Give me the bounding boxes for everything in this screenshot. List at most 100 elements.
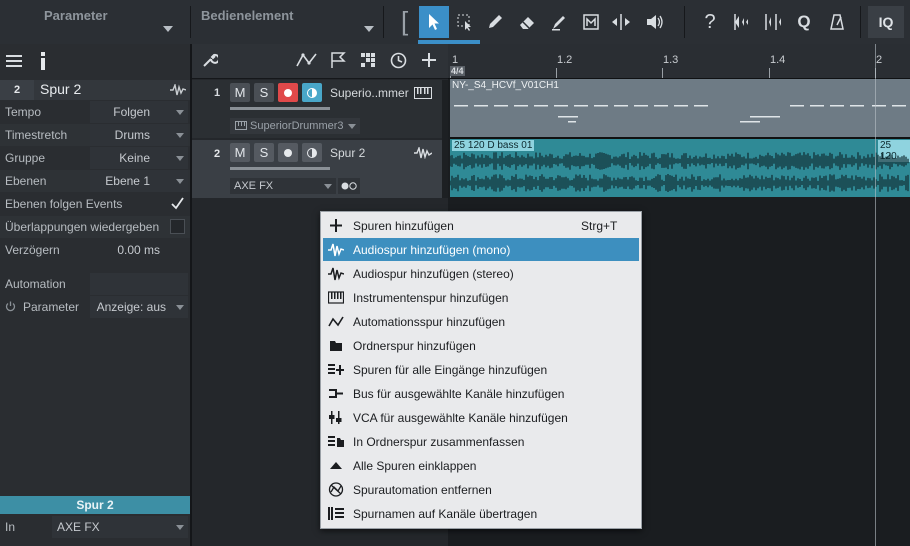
track-1-instrument-name: SuperiorDrummer3 [250,120,344,132]
tempo-row: Tempo Folgen [0,101,190,123]
audio-bend-icon[interactable] [758,6,788,38]
clock-icon[interactable] [390,52,407,69]
track-2-monitor-button[interactable] [302,143,322,162]
add-track-icon[interactable] [421,52,437,68]
track-2-record-button[interactable] [278,143,298,162]
menu-item-add-stereo-audio-track[interactable]: Audiospur hinzufügen (stereo) [323,262,639,285]
transient-icon[interactable] [727,6,757,38]
track-2-solo-button[interactable]: S [254,143,274,162]
split-tool-icon[interactable] [606,6,636,38]
track-1-solo-button[interactable]: S [254,83,274,102]
menu-item-add-mono-audio-track[interactable]: Audiospur hinzufügen (mono) [323,238,639,261]
automation-row: Automation [0,273,190,295]
track-1-record-button[interactable] [278,83,298,102]
iq-button[interactable]: IQ [868,6,904,38]
help-icon[interactable]: ? [695,6,725,38]
track-1-volume-slider[interactable] [230,107,330,110]
menu-item-add-automation-track[interactable]: Automationsspur hinzufügen [323,310,639,333]
tempo-value: Folgen [113,105,150,119]
parameter-row: Parameter Anzeige: aus [0,296,190,318]
collapse-icon [330,462,342,469]
inspector-track-name[interactable]: Spur 2 [40,81,81,97]
shortcut-label: Strg+T [581,219,618,233]
track-1-name[interactable]: Superio..mmer [330,86,409,100]
region-1-name: NY-_S4_HCVf_V01CH1 [452,80,559,91]
instrument-region[interactable]: NY-_S4_HCVf_V01CH1 [450,79,910,137]
track-1-instrument-select[interactable]: SuperiorDrummer3 [230,118,360,134]
parameter-dropdown-arrow-icon[interactable] [163,26,173,32]
chevron-down-icon [176,305,184,310]
tempo-select[interactable]: Folgen [90,101,188,123]
layers-select[interactable]: Ebene 1 [90,170,188,192]
listen-tool-icon[interactable] [640,6,670,38]
menu-item-collapse-all[interactable]: Alle Spuren einklappen [323,454,639,477]
menu-item-transfer-names[interactable]: Spurnamen auf Kanäle übertragen [323,502,639,525]
chevron-down-icon [176,156,184,161]
parameter-dropdown-label[interactable]: Parameter [44,8,108,23]
menu-item-add-tracks[interactable]: Spuren hinzufügen Strg+T [323,214,639,237]
waveform-icon [328,243,344,257]
power-icon[interactable] [5,301,16,312]
track-2-input-select[interactable]: AXE FX [230,178,336,194]
menu-item-add-tracks-all-inputs[interactable]: Spuren für alle Eingänge hinzufügen [323,358,639,381]
channel-strip-title: Spur 2 [0,496,190,514]
timestretch-select[interactable]: Drums [90,124,188,146]
track-2-link-toggle[interactable] [338,178,360,194]
inspector-track-header[interactable]: 2 Spur 2 [0,80,190,100]
control-dropdown-label[interactable]: Bedienelement [201,8,293,23]
timeline-ruler[interactable]: 1 1.2 1.3 1.4 2 4/4 [448,44,910,79]
parameter-display-select[interactable]: Anzeige: aus [90,296,188,318]
timestretch-row: Timestretch Drums [0,124,190,146]
metronome-icon[interactable] [822,6,852,38]
grid-icon[interactable] [360,52,376,68]
menu-item-remove-automation[interactable]: Spurautomation entfernen [323,478,639,501]
ruler-mark-2: 2 [876,54,883,66]
group-row: Gruppe Keine [0,147,190,169]
eraser-tool-icon[interactable] [512,6,542,38]
track-2-number: 2 [214,148,221,160]
track-1-monitor-button[interactable] [302,83,322,102]
track-2-volume-slider[interactable] [230,167,330,170]
inspector-panel: 2 Spur 2 Tempo Folgen Timestretch Drums … [0,44,192,546]
track-2-mute-button[interactable]: M [230,143,250,162]
pencil-tool-icon[interactable] [480,6,510,38]
marker-flag-icon[interactable] [330,52,346,69]
range-tool-icon[interactable] [450,6,480,38]
track-1-mute-button[interactable]: M [230,83,250,102]
track-header-1[interactable]: 1 M S Superio..mmer SuperiorDrummer3 [192,80,442,138]
group-value: Keine [119,151,150,165]
chevron-down-icon [348,124,356,129]
chevron-down-icon [176,110,184,115]
audio-region[interactable]: 25 120 D bass 01 25 120 [450,139,910,197]
layers-follow-checkbox[interactable] [170,196,185,211]
parameter-label: Parameter [23,300,80,314]
menu-item-add-vca[interactable]: VCA für ausgewählte Kanäle hinzufügen [323,406,639,429]
arrow-tool-icon[interactable] [419,6,449,38]
menu-item-pack-folder[interactable]: In Ordnerspur zusammenfassen [323,430,639,453]
menu-icon[interactable] [6,55,22,67]
link-icon [341,182,357,190]
menu-item-add-folder-track[interactable]: Ordnerspur hinzufügen [323,334,639,357]
waveform-stereo-icon [328,267,344,281]
group-select[interactable]: Keine [90,147,188,169]
input-value: AXE FX [57,520,100,534]
quantize-icon[interactable]: Q [789,6,819,38]
input-row: In AXE FX [0,516,190,538]
playhead-line[interactable] [875,44,876,546]
info-icon[interactable] [40,52,46,70]
wrench-icon[interactable] [202,52,218,68]
track-2-name[interactable]: Spur 2 [330,146,365,160]
delay-field[interactable]: 0.00 ms [90,239,188,261]
layers-follow-row: Ebenen folgen Events [0,193,190,215]
control-dropdown-arrow-icon[interactable] [364,26,374,32]
automation-icon[interactable] [296,52,318,68]
timestretch-value: Drums [114,128,150,142]
overlaps-checkbox[interactable] [170,219,185,234]
track-header-2[interactable]: 2 M S Spur 2 AXE FX [192,140,442,198]
mute-tool-icon[interactable] [576,6,606,38]
menu-item-add-bus[interactable]: Bus für ausgewählte Kanäle hinzufügen [323,382,639,405]
paint-tool-icon[interactable] [544,6,574,38]
input-select[interactable]: AXE FX [52,516,188,538]
parameter-display-value: Anzeige: aus [96,300,166,314]
menu-item-add-instrument-track[interactable]: Instrumentenspur hinzufügen [323,286,639,309]
